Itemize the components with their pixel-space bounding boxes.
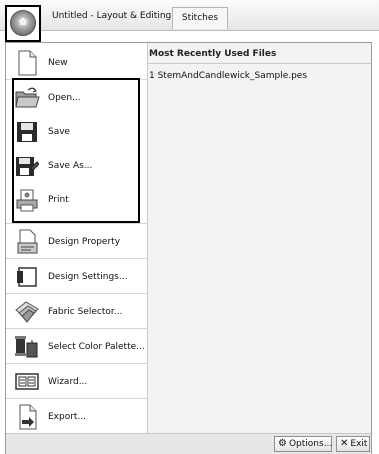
- menu-item-fabric-selector[interactable]: Fabric Selector...: [6, 295, 147, 328]
- color-palette-icon: [14, 334, 40, 360]
- gear-icon: ⚙: [278, 438, 287, 449]
- menu-item-label: Design Property: [48, 236, 121, 247]
- export-icon: [14, 404, 40, 430]
- menu-item-label: Design Settings...: [48, 271, 128, 282]
- menu-item-export[interactable]: Export...: [6, 400, 147, 433]
- recent-files-panel: Most Recently Used Files 1 StemAndCandle…: [148, 43, 371, 433]
- menu-item-label: New: [48, 57, 68, 68]
- application-menu: New Open... Save Save As... Print Design…: [5, 42, 372, 454]
- menu-item-label: Wizard...: [48, 376, 88, 387]
- menu-divider: [6, 328, 147, 329]
- options-button[interactable]: ⚙ Options...: [274, 436, 332, 452]
- application-button-highlight: ✿: [5, 5, 41, 42]
- menu-item-new[interactable]: New: [6, 46, 147, 79]
- menu-divider: [6, 293, 147, 294]
- menu-divider: [6, 258, 147, 259]
- options-label: Options...: [288, 439, 333, 449]
- new-document-icon: [14, 50, 40, 76]
- fabric-selector-icon: [14, 299, 40, 325]
- document-title: Untitled - Layout & Editing: [52, 11, 172, 21]
- menu-divider: [6, 363, 147, 364]
- tab-stitches[interactable]: Stitches: [172, 7, 228, 29]
- title-bar: Untitled - Layout & Editing Stitches: [0, 0, 379, 31]
- app-logo-icon: ✿: [18, 17, 28, 28]
- menu-footer: ⚙ Options... ✕ Exit: [6, 433, 371, 454]
- design-property-icon: [14, 229, 40, 255]
- recent-file-item[interactable]: 1 StemAndCandlewick_Sample.pes: [149, 71, 307, 81]
- recent-files-header: Most Recently Used Files: [148, 43, 371, 64]
- close-icon: ✕: [340, 438, 349, 449]
- wizard-icon: [14, 369, 40, 395]
- menu-divider: [6, 223, 147, 224]
- exit-label: Exit: [350, 439, 368, 449]
- menu-item-design-settings[interactable]: Design Settings...: [6, 260, 147, 293]
- menu-item-select-color-palette[interactable]: Select Color Palette...: [6, 330, 147, 363]
- design-settings-icon: [14, 264, 40, 290]
- menu-item-design-property[interactable]: Design Property: [6, 225, 147, 258]
- menu-commands: New Open... Save Save As... Print Design…: [6, 43, 148, 433]
- menu-item-label: Select Color Palette...: [48, 341, 145, 352]
- annotation-highlight-box: [12, 78, 140, 223]
- menu-item-wizard[interactable]: Wizard...: [6, 365, 147, 398]
- exit-button[interactable]: ✕ Exit: [336, 436, 370, 452]
- menu-item-label: Export...: [48, 411, 87, 422]
- application-button[interactable]: ✿: [10, 10, 36, 36]
- menu-item-label: Fabric Selector...: [48, 306, 123, 317]
- menu-divider: [6, 398, 147, 399]
